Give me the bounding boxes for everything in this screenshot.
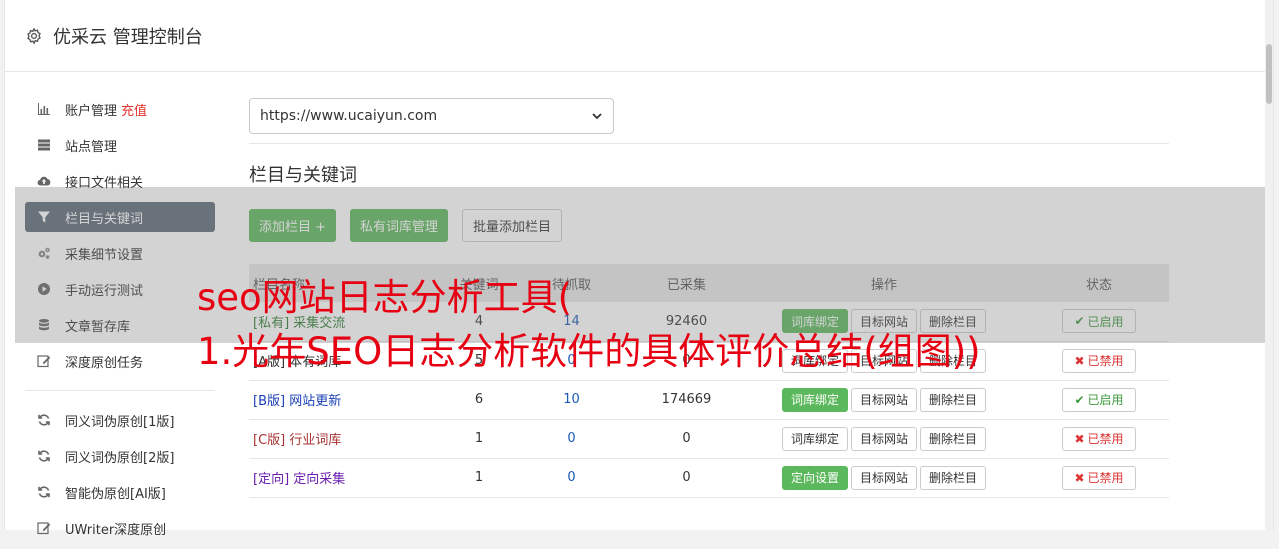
pending-count[interactable]: 0 (509, 458, 634, 498)
target-site-button[interactable]: 目标网站 (850, 426, 917, 451)
table-row: [C版] 行业词库 1 0 0 词库绑定 目标网站 删除栏目 ✖ 已禁用 (249, 419, 1169, 459)
refresh-icon (38, 486, 50, 498)
column-tag: [C版] (253, 433, 286, 448)
status-label: 已禁用 (1087, 354, 1124, 368)
keywords-count: 1 (449, 419, 509, 459)
check-icon: ✔ (1074, 392, 1085, 407)
cloud-upload-icon (37, 176, 51, 186)
close-icon: ✖ (1074, 470, 1085, 485)
refresh-icon (38, 414, 50, 426)
delete-column-button[interactable]: 删除栏目 (920, 387, 987, 412)
sidebar-divider (25, 390, 215, 391)
close-icon: ✖ (1074, 431, 1085, 446)
divider (249, 143, 1169, 144)
refresh-icon (38, 450, 50, 462)
scrollbar[interactable] (1265, 0, 1273, 530)
site-select[interactable]: https://www.ucaiyun.com (249, 98, 614, 134)
sidebar-item-synonym-v2[interactable]: 同义词伪原创[2版] (25, 441, 215, 471)
sidebar-item-deep-original[interactable]: 深度原创任务 (25, 346, 215, 376)
sidebar-item-ai-rewrite[interactable]: 智能伪原创[AI版] (25, 477, 215, 507)
table-row: [B版] 网站更新 6 10 174669 词库绑定 目标网站 删除栏目 ✔ 已启用 (249, 380, 1169, 420)
status-toggle[interactable]: ✖ 已禁用 (1062, 426, 1136, 451)
status-toggle[interactable]: ✖ 已禁用 (1062, 348, 1136, 373)
column-name-cell[interactable]: [定向] 定向采集 (249, 458, 449, 498)
section-title: 栏目与关键词 (249, 165, 357, 186)
site-select-value: https://www.ucaiyun.com (260, 108, 438, 124)
sidebar-item-sites[interactable]: 站点管理 (25, 130, 215, 160)
status-label: 已启用 (1087, 393, 1124, 407)
status-label: 已禁用 (1087, 432, 1124, 446)
column-name-cell[interactable]: [C版] 行业词库 (249, 419, 449, 459)
status-label: 已禁用 (1087, 471, 1124, 485)
column-name: 定向采集 (293, 472, 346, 487)
row-actions: 词库绑定 目标网站 删除栏目 (739, 387, 1029, 412)
column-tag: [B版] (253, 394, 286, 409)
table-row: [定向] 定向采集 1 0 0 定向设置 目标网站 删除栏目 ✖ 已禁用 (249, 458, 1169, 498)
sidebar-item-label: 深度原创任务 (65, 355, 144, 371)
status-toggle[interactable]: ✖ 已禁用 (1062, 465, 1136, 490)
target-site-button[interactable]: 目标网站 (850, 387, 917, 412)
sidebar-item-label: 智能伪原创[AI版] (65, 486, 166, 502)
scrollbar-thumb[interactable] (1266, 44, 1272, 104)
collected-count: 174669 (634, 380, 739, 420)
gear-icon (27, 26, 41, 45)
server-icon (38, 139, 50, 151)
lexicon-bind-button[interactable]: 定向设置 (781, 465, 848, 490)
overlay-caption-line2: 1.光年SEO日志分析软件的具体评价总结(组图)) (197, 330, 981, 373)
delete-column-button[interactable]: 删除栏目 (920, 426, 987, 451)
sidebar-item-account[interactable]: 账户管理 充值 (25, 94, 215, 124)
keywords-count: 6 (449, 380, 509, 420)
collected-count: 0 (634, 419, 739, 459)
app-title: 优采云 管理控制台 (53, 26, 203, 48)
column-name-cell[interactable]: [B版] 网站更新 (249, 380, 449, 420)
sidebar-item-label: 同义词伪原创[2版] (65, 450, 175, 466)
sidebar-item-label: UWriter深度原创 (65, 522, 167, 538)
overlay-caption-line1: seo网站日志分析工具( (197, 276, 573, 319)
recharge-link[interactable]: 充值 (121, 100, 147, 119)
sidebar-item-label: 同义词伪原创[1版] (65, 414, 175, 430)
lexicon-bind-button[interactable]: 词库绑定 (781, 426, 848, 451)
edit-icon (37, 522, 51, 535)
header: 优采云 管理控制台 (5, 0, 1273, 72)
sidebar-item-label: 账户管理 (65, 103, 118, 119)
status-toggle[interactable]: ✔ 已启用 (1062, 387, 1136, 412)
column-name: 网站更新 (289, 394, 342, 409)
overlay-caption: seo网站日志分析工具( 1.光年SEO日志分析软件的具体评价总结(组图)) (197, 271, 981, 379)
row-actions: 词库绑定 目标网站 删除栏目 (739, 426, 1029, 451)
column-name: 行业词库 (289, 433, 342, 448)
bar-chart-icon (38, 103, 50, 115)
row-actions: 定向设置 目标网站 删除栏目 (739, 465, 1029, 490)
sidebar-item-label: 站点管理 (65, 139, 118, 155)
keywords-count: 1 (449, 458, 509, 498)
pending-count[interactable]: 0 (509, 419, 634, 459)
delete-column-button[interactable]: 删除栏目 (920, 465, 987, 490)
column-tag: [定向] (253, 472, 290, 487)
edit-icon (37, 355, 51, 368)
pending-count[interactable]: 10 (509, 380, 634, 420)
collected-count: 0 (634, 458, 739, 498)
sidebar-item-synonym-v1[interactable]: 同义词伪原创[1版] (25, 405, 215, 435)
target-site-button[interactable]: 目标网站 (850, 465, 917, 490)
sidebar-item-uwriter[interactable]: UWriter深度原创 (25, 513, 215, 543)
lexicon-bind-button[interactable]: 词库绑定 (781, 387, 848, 412)
chevron-down-icon (592, 113, 602, 120)
close-icon: ✖ (1074, 353, 1085, 368)
